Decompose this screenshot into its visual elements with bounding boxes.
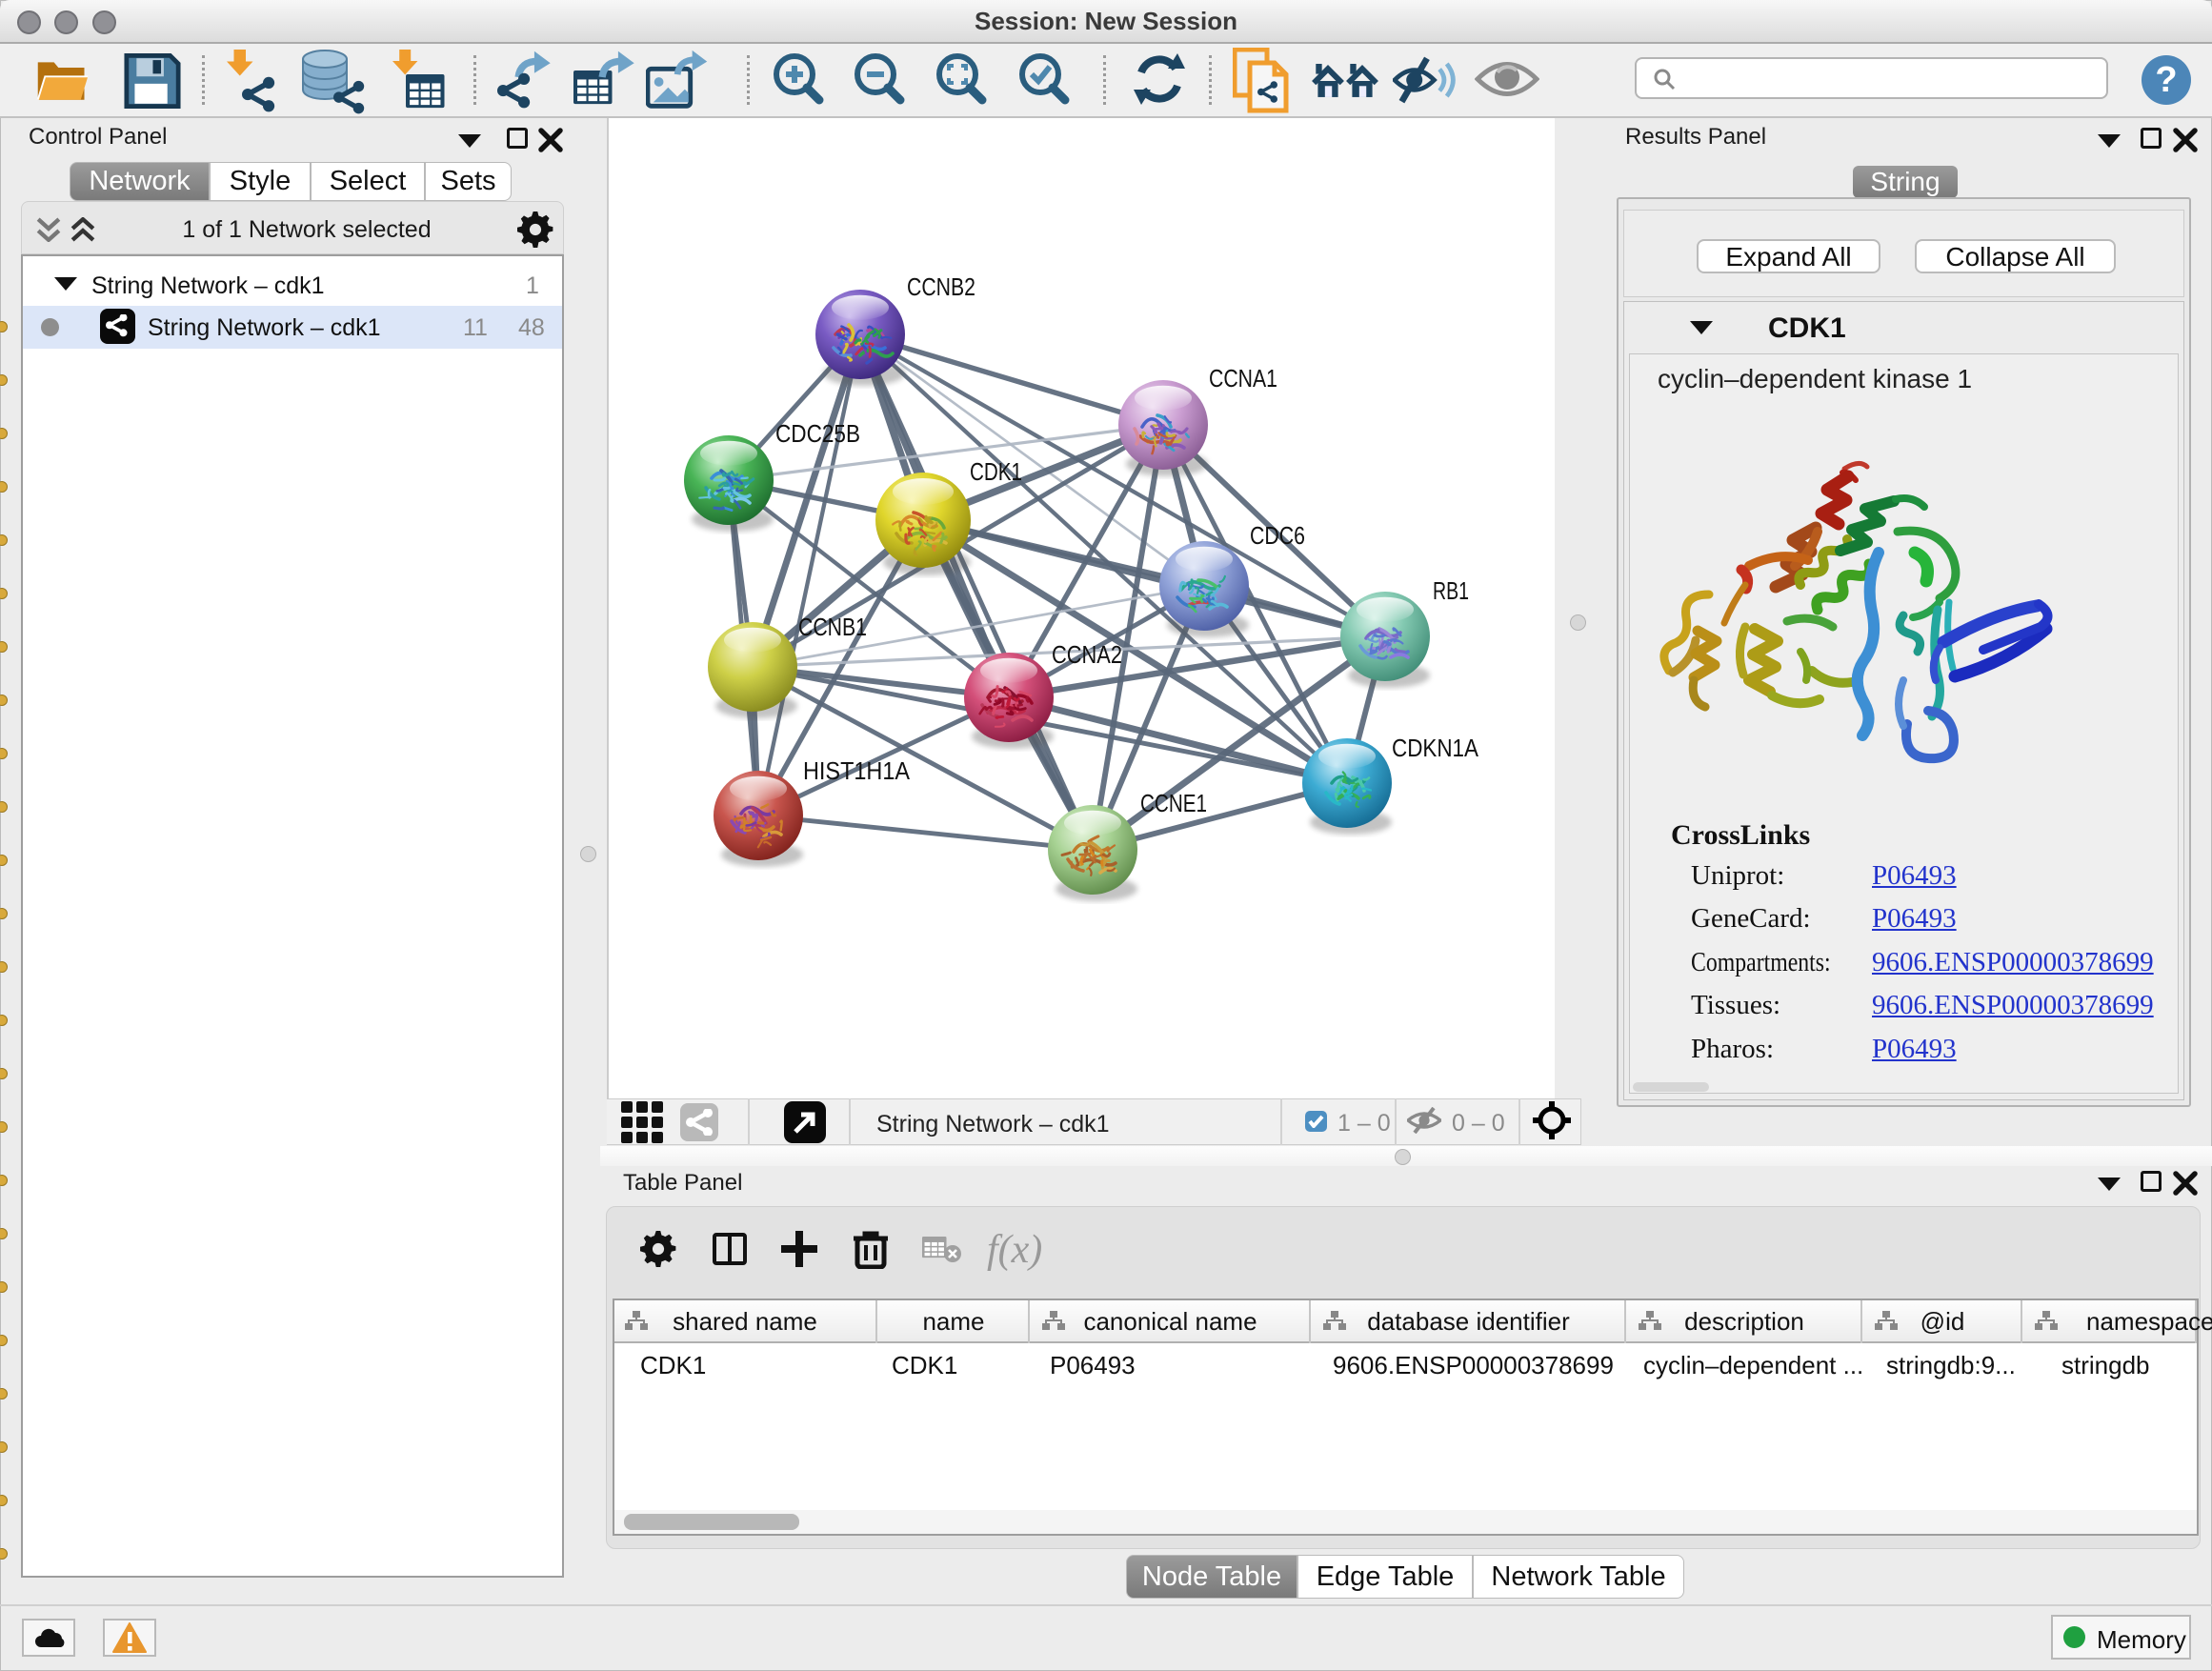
svg-text:CDC6: CDC6 — [1250, 521, 1305, 550]
svg-text:CCNB1: CCNB1 — [798, 613, 867, 641]
svg-text:CCNA2: CCNA2 — [1052, 640, 1122, 669]
svg-text:HIST1H1A: HIST1H1A — [803, 756, 911, 785]
svg-text:RB1: RB1 — [1433, 576, 1469, 605]
svg-text:CCNB2: CCNB2 — [907, 272, 975, 301]
svg-text:CCNE1: CCNE1 — [1140, 789, 1207, 817]
svg-text:CCNA1: CCNA1 — [1209, 364, 1277, 393]
svg-text:CDK1: CDK1 — [970, 457, 1022, 486]
svg-text:CDC25B: CDC25B — [775, 419, 860, 448]
svg-text:CDKN1A: CDKN1A — [1392, 734, 1479, 762]
